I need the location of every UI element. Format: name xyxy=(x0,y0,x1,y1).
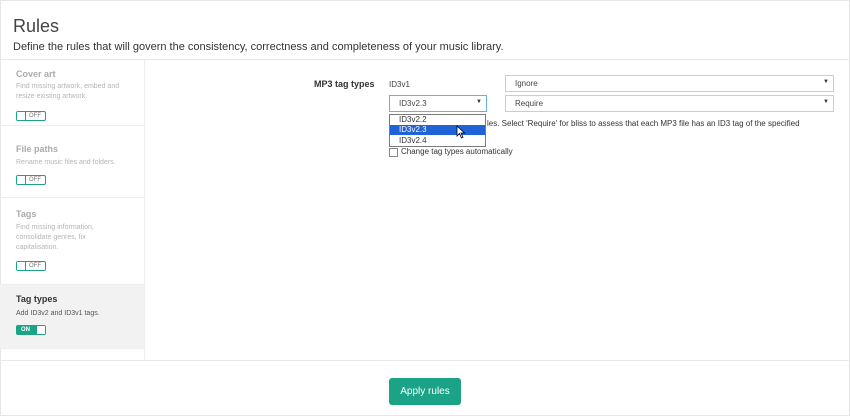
dropdown-option-id3v2-2[interactable]: ID3v2.2 xyxy=(390,115,485,125)
cover-art-toggle[interactable]: OFF xyxy=(16,111,46,121)
sidebar-item-desc: Add ID3v2 and ID3v1 tags. xyxy=(16,310,100,317)
sidebar-item-cover-art[interactable]: Cover art Find missing artwork, embed an… xyxy=(0,60,144,126)
mouse-cursor-icon xyxy=(456,125,466,139)
select-value: Ignore xyxy=(515,79,538,88)
mp3-tag-types-label: MP3 tag types xyxy=(314,79,375,89)
sidebar-item-desc: Rename music files and folders. xyxy=(16,159,116,166)
sidebar-item-desc: Find missing artwork, embed and resize e… xyxy=(16,83,120,100)
auto-change-label: Change tag types automatically xyxy=(401,147,513,156)
chevron-down-icon: ▼ xyxy=(823,99,829,105)
tag-types-toggle[interactable]: ON xyxy=(16,325,46,335)
id3v2-version-dropdown: ID3v2.2 ID3v2.3 ID3v2.4 xyxy=(389,114,486,147)
file-paths-toggle[interactable]: OFF xyxy=(16,175,46,185)
select-value: Require xyxy=(515,99,544,108)
sidebar-item-file-paths[interactable]: File paths Rename music files and folder… xyxy=(0,126,144,198)
toggle-label: OFF xyxy=(29,113,41,119)
select-value: ID3v2.3 xyxy=(399,99,427,108)
page-description: Define the rules that will govern the co… xyxy=(13,41,504,53)
sidebar-item-tag-types[interactable]: Tag types Add ID3v2 and ID3v1 tags. ON xyxy=(0,285,144,349)
id3v1-label: ID3v1 xyxy=(389,80,410,89)
toggle-knob xyxy=(36,326,45,334)
sidebar-item-title: Cover art xyxy=(16,69,56,79)
tags-toggle[interactable]: OFF xyxy=(16,261,46,271)
id3v2-action-select[interactable]: Require ▼ xyxy=(505,95,834,112)
sidebar-item-title: Tag types xyxy=(16,294,58,304)
sidebar-item-title: File paths xyxy=(16,144,59,154)
toggle-knob xyxy=(17,176,26,184)
dropdown-option-id3v2-4[interactable]: ID3v2.4 xyxy=(390,136,485,146)
page-title: Rules xyxy=(13,16,60,36)
toggle-knob xyxy=(17,262,26,270)
auto-change-checkbox[interactable] xyxy=(389,148,398,157)
sidebar-item-tags[interactable]: Tags Find missing information, consolida… xyxy=(0,198,144,285)
help-text: les. Select 'Require' for bliss to asses… xyxy=(487,119,800,128)
sidebar-item-title: Tags xyxy=(16,209,37,219)
dropdown-option-id3v2-3[interactable]: ID3v2.3 xyxy=(390,125,485,135)
toggle-label: OFF xyxy=(29,263,41,269)
apply-rules-button[interactable]: Apply rules xyxy=(389,378,461,405)
toggle-knob xyxy=(17,112,26,120)
rules-sidebar: Cover art Find missing artwork, embed an… xyxy=(0,60,145,360)
chevron-down-icon: ▼ xyxy=(476,99,482,105)
id3v2-version-select[interactable]: ID3v2.3 ▼ xyxy=(389,95,487,112)
chevron-down-icon: ▼ xyxy=(823,79,829,85)
footer-divider xyxy=(0,360,850,361)
toggle-label: OFF xyxy=(29,177,41,183)
id3v1-action-select[interactable]: Ignore ▼ xyxy=(505,75,834,92)
sidebar-item-desc: Find missing information, consolidate ge… xyxy=(16,224,94,251)
toggle-label: ON xyxy=(21,327,30,333)
